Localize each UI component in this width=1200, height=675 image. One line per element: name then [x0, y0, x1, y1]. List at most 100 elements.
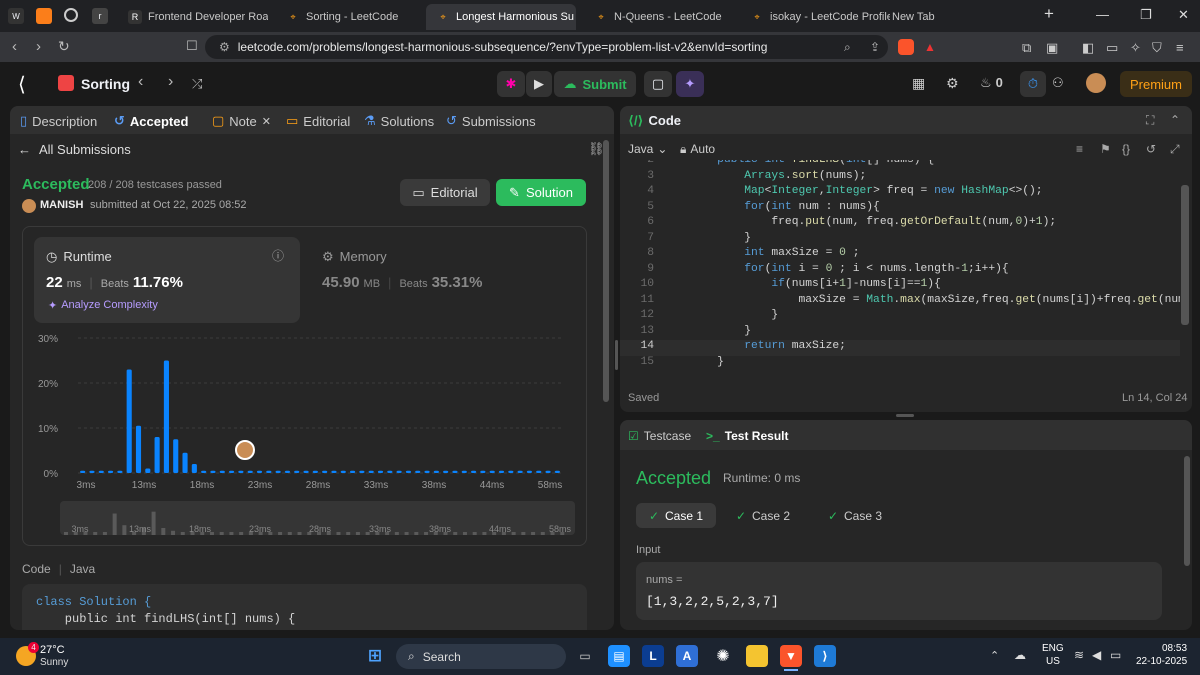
- tab-description[interactable]: ▯ Description: [20, 113, 97, 129]
- code-line[interactable]: 11 maxSize = Math.max(maxSize,freq.get(n…: [620, 294, 1180, 310]
- solution-button[interactable]: ✎ Solution: [496, 179, 586, 206]
- app-icon[interactable]: A: [676, 645, 698, 667]
- tab-2[interactable]: ⌖Longest Harmonious Su✕: [426, 4, 576, 30]
- brave-taskbar-icon[interactable]: ▼: [780, 645, 802, 667]
- language-indicator-1[interactable]: ENG: [1042, 643, 1064, 654]
- case-1-button[interactable]: ✓ Case 1: [636, 503, 716, 528]
- app-menu-icon[interactable]: W: [8, 8, 24, 24]
- vpn-icon[interactable]: ⛉: [1152, 40, 1162, 56]
- share-icon[interactable]: ⇪: [870, 40, 880, 54]
- url-bar[interactable]: ⚙ leetcode.com/problems/longest-harmonio…: [205, 35, 888, 59]
- settings-icon[interactable]: ⚙: [946, 75, 959, 92]
- tab-4[interactable]: ⌖ isokay - LeetCode Profile: [740, 4, 890, 30]
- code-line[interactable]: 7 }: [620, 232, 1180, 248]
- shuffle-icon[interactable]: ⤮: [192, 76, 202, 92]
- minimize-button[interactable]: —: [1096, 7, 1109, 22]
- sidebar-icon[interactable]: ◧: [1082, 40, 1094, 56]
- taskbar-search[interactable]: ⌕ Search: [396, 644, 566, 669]
- new-tab-button[interactable]: +: [1044, 4, 1054, 24]
- code-line[interactable]: 6 freq.put(num, freq.getOrDefault(num,0)…: [620, 216, 1180, 232]
- input-box[interactable]: [636, 562, 1162, 620]
- memory-label[interactable]: ⚙ Memory: [322, 249, 387, 265]
- tab-accepted[interactable]: ↺ Accepted: [114, 113, 188, 129]
- expand-icon[interactable]: ⛶: [1146, 113, 1154, 128]
- case-3-button[interactable]: ✓ Case 3: [820, 503, 890, 528]
- close-icon[interactable]: ✕: [262, 115, 271, 128]
- globe-icon[interactable]: [64, 8, 78, 22]
- ai-icon[interactable]: ✧: [1130, 40, 1141, 56]
- task-view-icon[interactable]: ▭: [574, 645, 596, 667]
- reload-icon[interactable]: ↻: [58, 38, 70, 55]
- braces-icon[interactable]: {}: [1122, 142, 1130, 156]
- collapse-icon[interactable]: ⌃: [1170, 113, 1180, 127]
- layout-icon[interactable]: ▦: [912, 75, 925, 92]
- screenshot-icon[interactable]: ▣: [1046, 40, 1058, 56]
- battery-icon[interactable]: ▭: [1110, 648, 1121, 662]
- result-scrollbar[interactable]: [1184, 456, 1190, 566]
- code-line[interactable]: 5 for(int num : nums){: [620, 201, 1180, 217]
- chevron-up-icon[interactable]: ⌃: [990, 649, 999, 662]
- tab-0[interactable]: RFrontend Developer Roadm: [118, 4, 268, 30]
- menu-icon[interactable]: ≡: [1176, 40, 1184, 55]
- zoom-icon[interactable]: ⌕: [844, 40, 851, 55]
- clock-time[interactable]: 08:53: [1162, 643, 1187, 654]
- wifi-icon[interactable]: ≋: [1074, 648, 1084, 662]
- rewards-icon[interactable]: ▲: [924, 40, 936, 54]
- vertical-splitter-handle[interactable]: [615, 340, 618, 370]
- mode-select[interactable]: 🔒︎ Auto: [680, 142, 715, 157]
- tab-submissions[interactable]: ↺ Submissions: [446, 113, 536, 129]
- debug-button[interactable]: ✱: [497, 71, 525, 97]
- all-submissions-link[interactable]: ← All Submissions: [18, 142, 131, 157]
- prev-problem-icon[interactable]: ‹: [138, 73, 143, 91]
- code-line[interactable]: 9 for(int i = 0 ; i < nums.length-1;i++)…: [620, 263, 1180, 279]
- forward-icon[interactable]: ›: [36, 38, 41, 55]
- add-friend-icon[interactable]: ⚇: [1052, 75, 1064, 91]
- code-line[interactable]: 3 Arrays.sort(nums);: [620, 170, 1180, 186]
- windows-start-icon[interactable]: ⊞: [364, 645, 386, 667]
- app-l-icon[interactable]: L: [642, 645, 664, 667]
- bookmark-icon[interactable]: ☐: [186, 38, 198, 54]
- language-indicator-2[interactable]: US: [1046, 656, 1060, 667]
- my-runtime-avatar-marker[interactable]: [235, 440, 255, 460]
- submitted-code-preview[interactable]: class Solution { public int findLHS(int[…: [22, 584, 587, 630]
- avatar[interactable]: [1086, 73, 1106, 93]
- code-line[interactable]: 14 return maxSize;: [620, 340, 1180, 356]
- tab-testcase[interactable]: ☑ Testcase: [628, 429, 691, 443]
- extensions-icon[interactable]: ⧉: [1022, 40, 1031, 56]
- tab-3[interactable]: ⌖ N-Queens - LeetCode: [584, 4, 734, 30]
- info-icon[interactable]: ⓘ: [272, 247, 284, 264]
- submitter-name[interactable]: MANISH: [40, 199, 83, 211]
- vscode-icon[interactable]: ⟩: [814, 645, 836, 667]
- problem-list-title[interactable]: Sorting: [81, 76, 130, 92]
- horizontal-splitter-handle[interactable]: [896, 414, 914, 417]
- tab-editorial[interactable]: ▭ Editorial: [286, 113, 350, 129]
- language-select[interactable]: Java ⌄: [628, 142, 667, 156]
- reset-icon[interactable]: ↺: [1146, 142, 1156, 156]
- bookmark-icon[interactable]: ⚑: [1100, 142, 1111, 156]
- runtime-distribution-chart[interactable]: 30% 20% 10% 0% 3ms 13ms 18ms 23ms 28ms 33ms 38ms 44…: [22, 326, 587, 540]
- file-explorer-icon[interactable]: [746, 645, 768, 667]
- leetcode-logo-icon[interactable]: ⟨: [18, 72, 26, 97]
- left-scrollbar[interactable]: [603, 140, 609, 402]
- format-icon[interactable]: ≡: [1076, 142, 1083, 156]
- code-editor[interactable]: 2 public int findLHS(int[] nums) {3 Arra…: [620, 160, 1180, 374]
- run-button[interactable]: ▶: [526, 71, 552, 97]
- tab-solutions[interactable]: ⚗ Solutions: [364, 113, 434, 129]
- submit-button[interactable]: ☁ Submit: [554, 71, 636, 97]
- clock-date[interactable]: 22-10-2025: [1136, 656, 1187, 667]
- pinned-tab-icon[interactable]: r: [92, 8, 108, 24]
- editorial-button[interactable]: ▭ Editorial: [400, 179, 490, 206]
- code-line[interactable]: 2 public int findLHS(int[] nums) {: [620, 160, 1180, 170]
- editor-scrollbar[interactable]: [1181, 185, 1189, 325]
- code-line[interactable]: 15 }: [620, 356, 1180, 372]
- code-line[interactable]: 13 }: [620, 325, 1180, 341]
- ai-assist-button[interactable]: ✦: [676, 71, 704, 97]
- close-window-button[interactable]: ✕: [1178, 7, 1189, 23]
- code-line[interactable]: 10 if(nums[i+1]-nums[i]==1){: [620, 278, 1180, 294]
- notes-button[interactable]: ▢: [644, 71, 672, 97]
- premium-button[interactable]: Premium: [1120, 71, 1192, 97]
- code-line[interactable]: 12 }: [620, 309, 1180, 325]
- code-line[interactable]: 8 int maxSize = 0 ;: [620, 247, 1180, 263]
- store-icon[interactable]: ▤: [608, 645, 630, 667]
- browser-logo-icon[interactable]: [36, 8, 52, 24]
